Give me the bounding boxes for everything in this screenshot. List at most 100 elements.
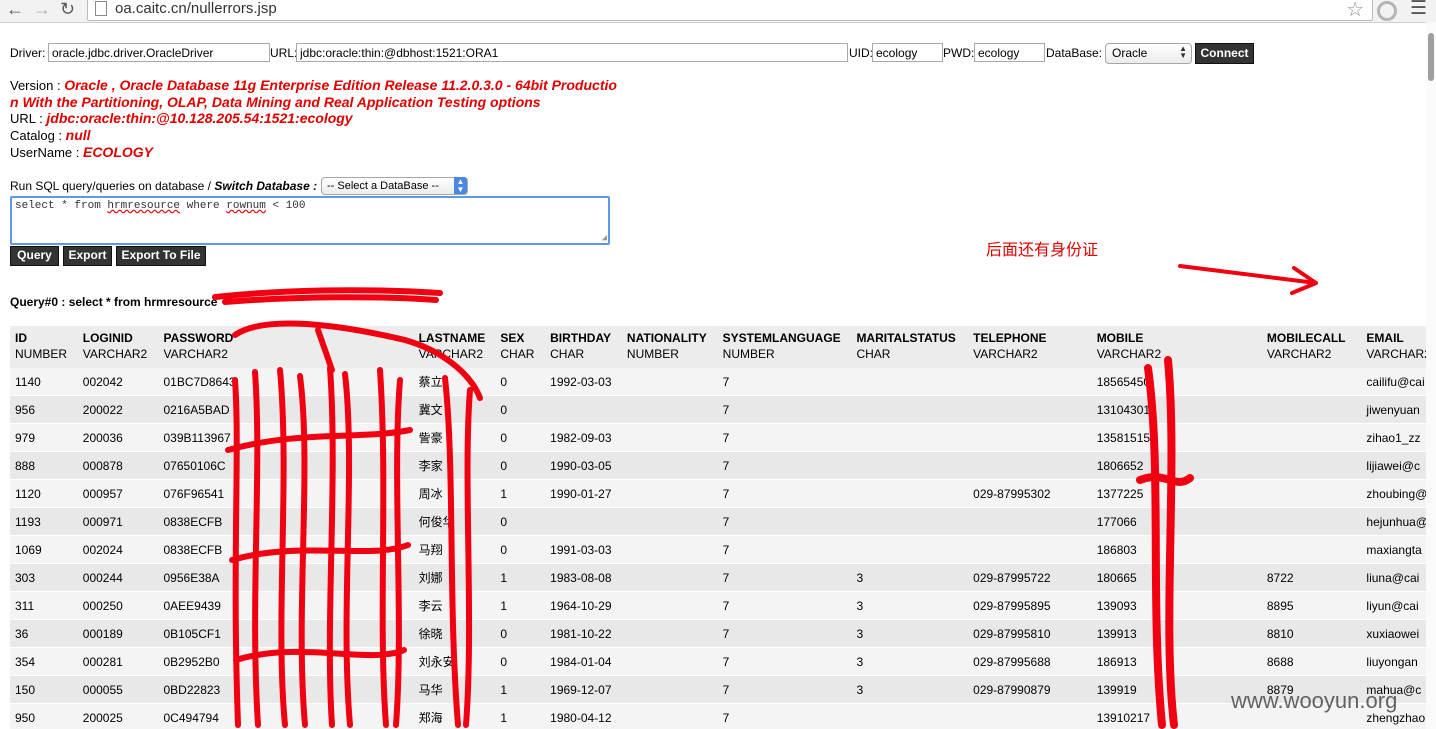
scrollbar-thumb[interactable]	[1428, 33, 1434, 81]
connect-button[interactable]: Connect	[1195, 43, 1254, 64]
column-type: VARCHAR2	[973, 347, 1038, 361]
column-header[interactable]: MOBILECALL VARCHAR2	[1261, 326, 1362, 368]
table-cell: 950	[10, 703, 78, 729]
database-select[interactable]: Oracle ▲ ▼	[1105, 43, 1192, 64]
table-cell: 029-87995302	[968, 479, 1092, 508]
catalog-label: Catalog :	[10, 128, 63, 143]
table-row: 950 200025 0C494794 郑海 1 1980-04-12 7 13910217 z…	[10, 703, 1436, 729]
page-scrollbar[interactable]	[1426, 22, 1436, 729]
table-cell: 7	[717, 563, 852, 592]
query-button[interactable]: Query	[10, 246, 59, 266]
table-cell: 000244	[77, 563, 159, 592]
table-cell	[1261, 479, 1362, 508]
table-cell: 訾豪	[413, 423, 496, 452]
column-header[interactable]: EMAIL VARCHAR2	[1361, 326, 1436, 368]
column-header[interactable]: ID NUMBER	[10, 326, 78, 368]
table-cell: 3	[851, 647, 969, 676]
export-to-file-button[interactable]: Export To File	[116, 246, 206, 266]
column-type: CHAR	[856, 347, 891, 361]
table-cell: 何俊华	[413, 507, 496, 536]
select-arrows-icon: ▲ ▼	[1179, 44, 1187, 60]
table-cell: 0	[495, 619, 546, 648]
column-name: MOBILECALL	[1266, 331, 1346, 345]
table-cell: 139913	[1091, 619, 1262, 648]
extension-icon[interactable]	[1377, 1, 1397, 21]
table-cell: 029-87995688	[968, 647, 1092, 676]
annotation-text: 后面还有身份证	[986, 242, 1099, 259]
table-cell: 1969-12-07	[545, 675, 622, 704]
forward-arrow-icon[interactable]: →	[33, 0, 51, 20]
driver-input[interactable]	[48, 43, 270, 62]
uid-input[interactable]	[872, 43, 943, 62]
table-cell	[968, 395, 1092, 424]
column-header[interactable]: LOGINID VARCHAR2	[77, 326, 159, 368]
table-cell: 303	[10, 563, 78, 592]
table-cell: 200022	[77, 395, 159, 424]
url-input[interactable]	[296, 43, 848, 62]
table-cell	[621, 703, 718, 729]
reload-icon[interactable]: ↻	[60, 0, 75, 20]
table-cell: 8895	[1261, 591, 1362, 620]
column-header[interactable]: BIRTHDAY CHAR	[545, 326, 622, 368]
column-header[interactable]: MOBILE VARCHAR2	[1091, 326, 1262, 368]
sql-query-textarea[interactable]: select * from hrmresource where rownum <…	[10, 196, 610, 245]
table-row: 311 000250 0AEE9439 李云 1 1964-10-29 7 3 029-8799…	[10, 591, 1436, 620]
table-cell: 186803	[1091, 535, 1262, 564]
column-header[interactable]: LASTNAME VARCHAR2	[413, 326, 496, 368]
table-cell	[851, 368, 969, 396]
table-cell: 1982-09-03	[545, 423, 622, 452]
column-header[interactable]: TELEPHONE VARCHAR2	[968, 326, 1092, 368]
run-sql-label-row: Run SQL query/queries on database / Swit…	[10, 179, 317, 193]
table-cell: 刘娜	[413, 563, 496, 592]
table-cell	[851, 423, 969, 452]
table-cell: xuxiaowei	[1361, 619, 1436, 648]
column-type: NUMBER	[722, 347, 775, 361]
table-cell: 马华	[413, 675, 496, 704]
column-type: CHAR	[550, 347, 585, 361]
column-type: VARCHAR2	[82, 347, 148, 361]
table-cell	[545, 507, 622, 536]
address-bar[interactable]: oa.caitc.cn/nullerrors.jsp ☆	[87, 0, 1373, 21]
switch-database-select[interactable]: -- Select a DataBase -- ▲ ▼	[321, 177, 468, 195]
table-cell: zihao1_zz	[1361, 423, 1436, 452]
table-cell: 0216A5BAD	[158, 395, 414, 424]
back-arrow-icon[interactable]: ←	[6, 0, 24, 20]
table-cell	[1261, 451, 1362, 480]
browser-menu-icon[interactable]: ☰	[1410, 0, 1427, 18]
pwd-input[interactable]	[974, 43, 1045, 62]
table-cell: 200036	[77, 423, 159, 452]
table-cell	[1261, 535, 1362, 564]
resize-handle-icon[interactable]: ◢	[602, 233, 607, 243]
query-result-title: Query#0 : select * from hrmresource	[10, 295, 218, 309]
table-cell: 01BC7D8643	[158, 368, 414, 396]
scribble-query-title	[212, 287, 443, 305]
table-cell: 029-87995810	[968, 619, 1092, 648]
table-cell: 186913	[1091, 647, 1262, 676]
browser-toolbar: ← → ↻ oa.caitc.cn/nullerrors.jsp ☆ ☰	[0, 0, 1436, 23]
table-cell: 7	[717, 451, 852, 480]
table-cell	[621, 479, 718, 508]
table-cell: 1990-03-05	[545, 451, 622, 480]
column-header[interactable]: SEX CHAR	[495, 326, 546, 368]
column-header[interactable]: PASSWORD VARCHAR2	[158, 326, 414, 368]
column-header[interactable]: NATIONALITY NUMBER	[621, 326, 718, 368]
address-url[interactable]: oa.caitc.cn/nullerrors.jsp	[115, 0, 277, 17]
column-header[interactable]: MARITALSTATUS CHAR	[851, 326, 969, 368]
table-cell: 1069	[10, 535, 78, 564]
table-cell	[968, 535, 1092, 564]
column-type: VARCHAR2	[418, 347, 484, 361]
table-cell: 8810	[1261, 619, 1362, 648]
table-cell: 1990-01-27	[545, 479, 622, 508]
table-cell: liyun@cai	[1361, 591, 1436, 620]
table-cell: 1991-03-03	[545, 535, 622, 564]
export-button[interactable]: Export	[63, 246, 112, 266]
table-cell: 000878	[77, 451, 159, 480]
table-row: 303 000244 0956E38A 刘娜 1 1983-08-08 7 3 029-8799…	[10, 563, 1436, 592]
bookmark-star-icon[interactable]: ☆	[1346, 0, 1364, 22]
table-cell: 1983-08-08	[545, 563, 622, 592]
column-header[interactable]: SYSTEMLANGUAGE NUMBER	[717, 326, 852, 368]
table-cell: 029-87995895	[968, 591, 1092, 620]
column-name: LASTNAME	[418, 331, 486, 345]
table-cell: 888	[10, 451, 78, 480]
table-row: 150 000055 0BD22823 马华 1 1969-12-07 7 3 029-8799…	[10, 675, 1436, 704]
